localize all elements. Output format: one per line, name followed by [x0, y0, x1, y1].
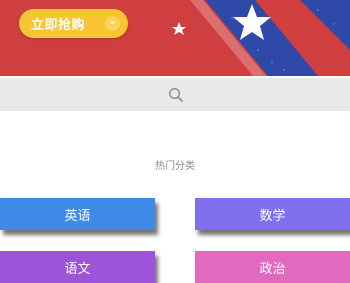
category-math-button[interactable]: 数学: [195, 198, 350, 230]
category-label: 数学: [259, 208, 286, 224]
category-politics-button[interactable]: 政治: [195, 251, 350, 283]
buy-now-button[interactable]: 立即抢购 »: [19, 9, 128, 38]
small-star-icon: [172, 22, 186, 35]
promo-banner[interactable]: 立即抢购 »: [0, 0, 350, 76]
section-title-hot-categories: 热门分类: [155, 161, 195, 172]
category-label: 政治: [259, 261, 286, 277]
search-icon: [168, 87, 183, 102]
category-chinese-button[interactable]: 语文: [0, 251, 155, 283]
category-label: 英语: [64, 208, 91, 224]
buy-now-label: 立即抢购: [31, 18, 86, 33]
category-label: 语文: [64, 261, 91, 277]
double-chevron-right-icon: »: [105, 16, 120, 31]
category-english-button[interactable]: 英语: [0, 198, 155, 230]
search-bar[interactable]: [0, 78, 350, 111]
